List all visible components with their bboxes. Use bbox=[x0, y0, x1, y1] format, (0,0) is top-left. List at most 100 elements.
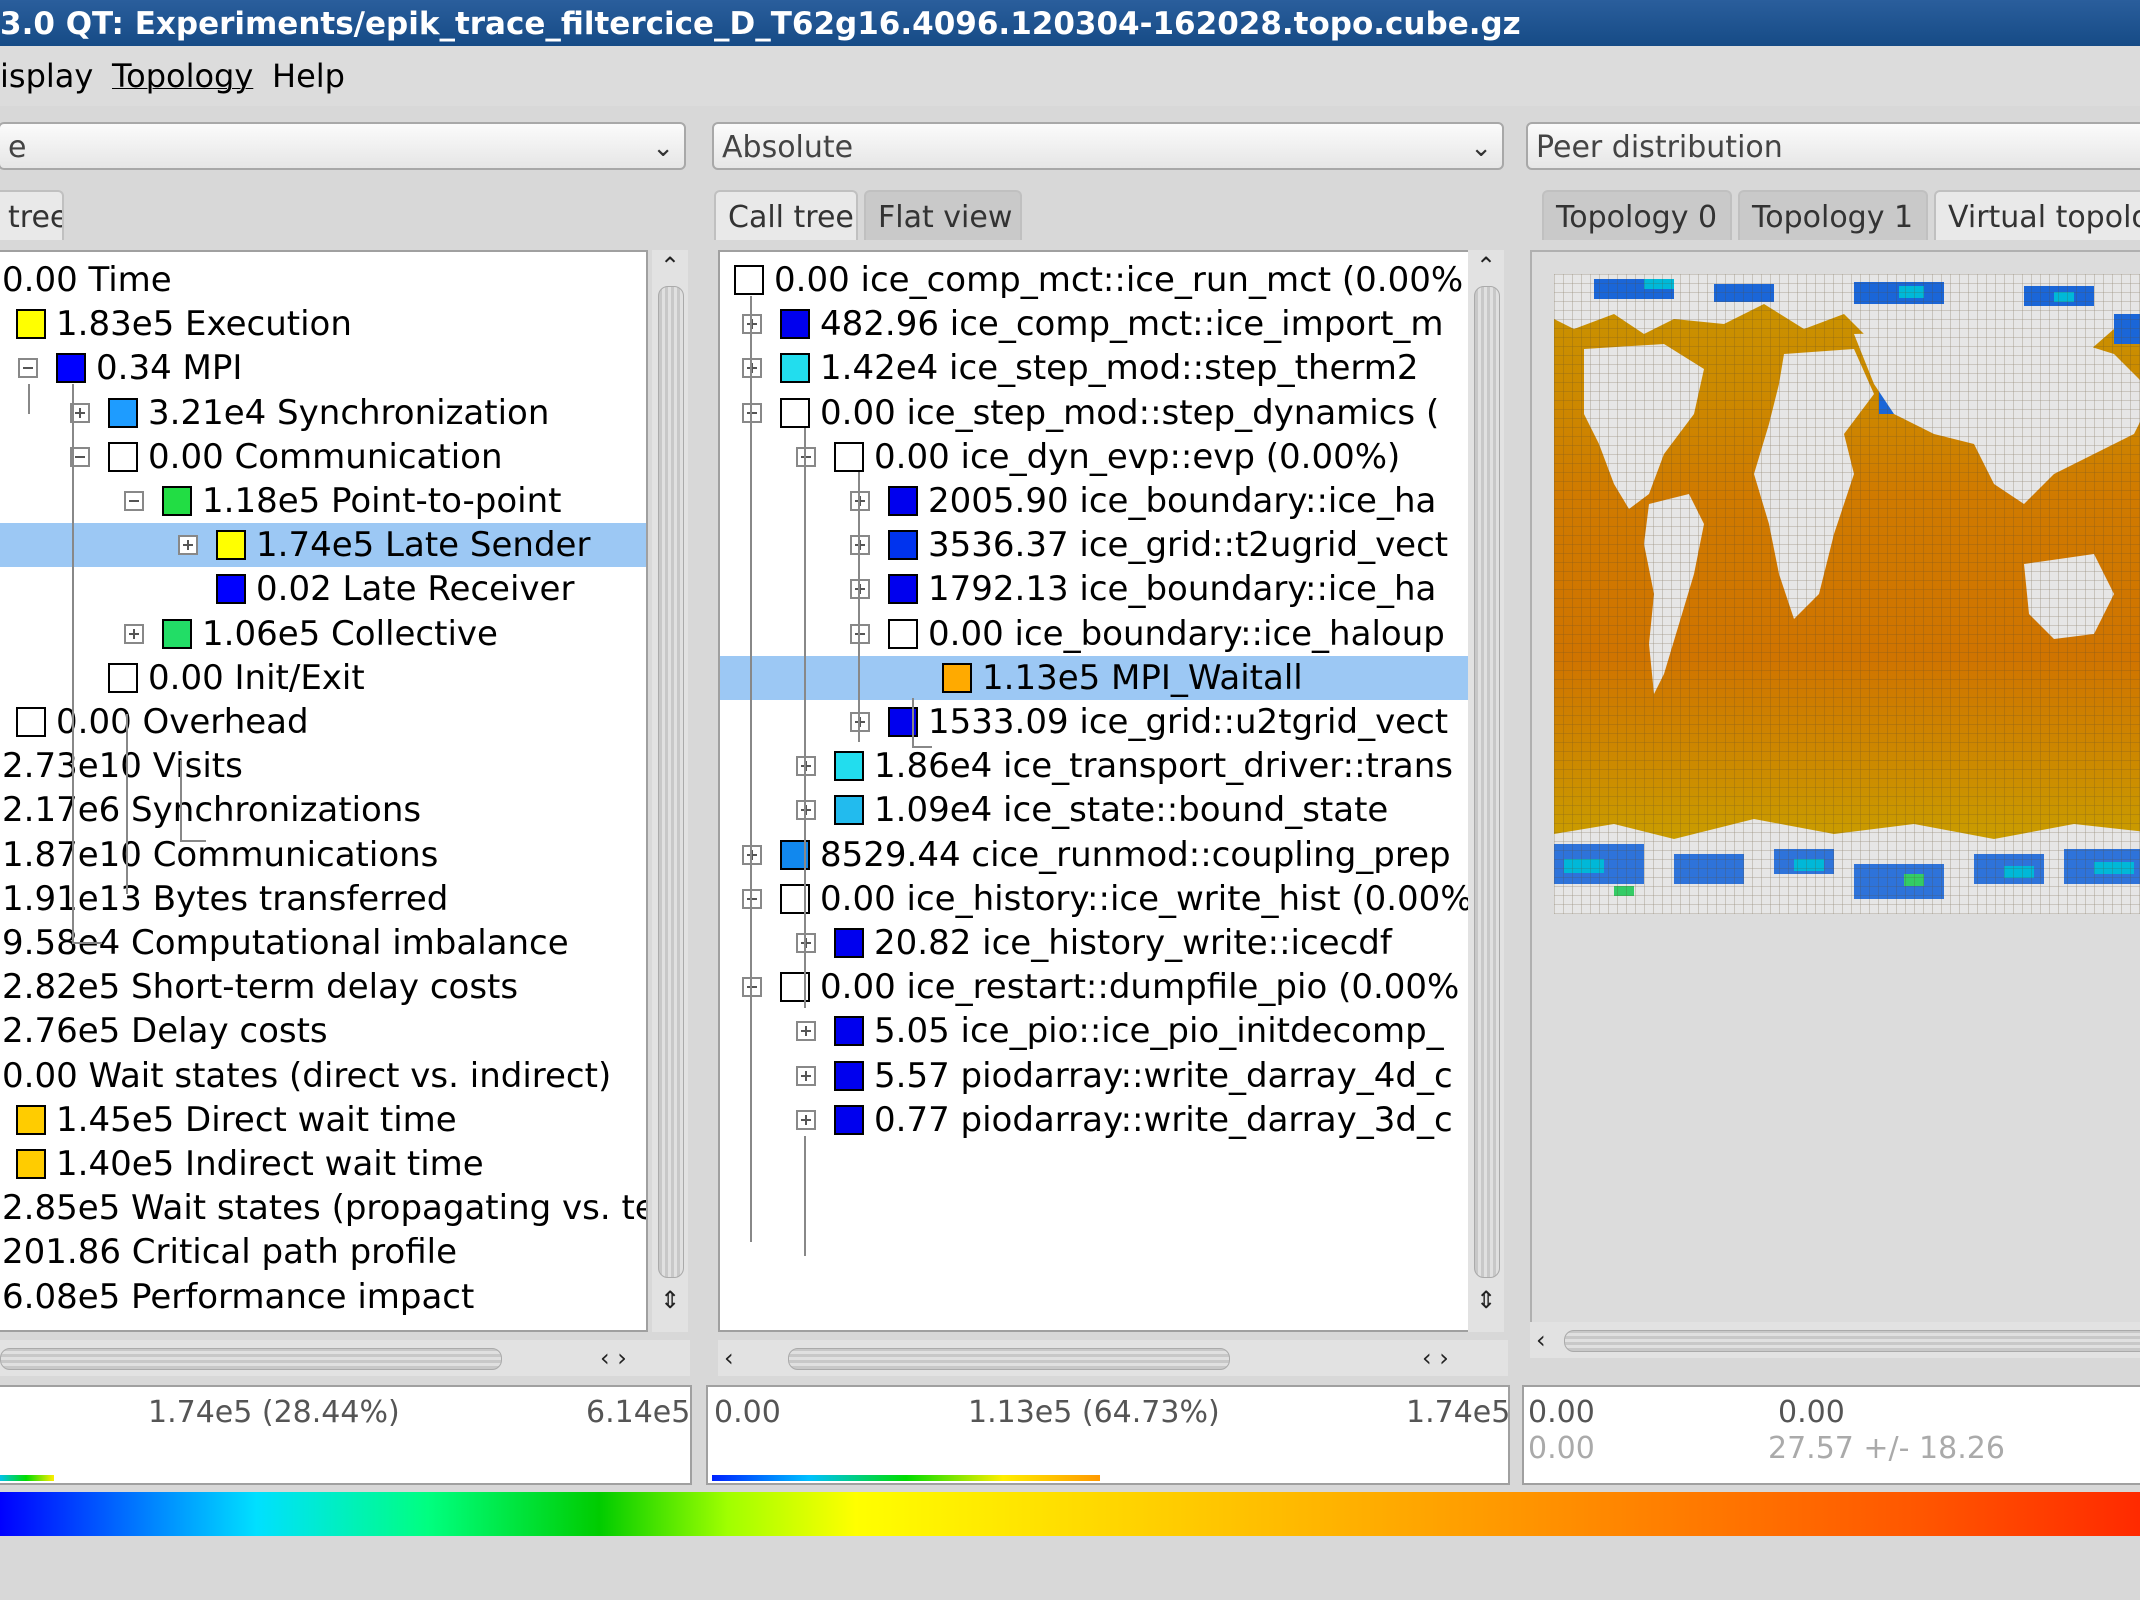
expand-icon[interactable] bbox=[796, 800, 816, 821]
tree-row[interactable]: 2.82e5 Short-term delay costs bbox=[0, 965, 646, 1009]
tree-row[interactable]: 0.34 MPI bbox=[0, 346, 646, 390]
tree-row[interactable]: 1.83e5 Execution bbox=[0, 302, 646, 346]
expand-icon[interactable] bbox=[742, 358, 762, 379]
tab-topology-1[interactable]: Topology 1 bbox=[1738, 190, 1928, 240]
tree-row[interactable]: 0.00 ice_comp_mct::ice_run_mct (0.00% bbox=[720, 258, 1472, 302]
scroll-thumb[interactable] bbox=[1474, 286, 1500, 1278]
tree-row[interactable]: 0.77 piodarray::write_darray_3d_c bbox=[720, 1098, 1472, 1142]
collapse-icon[interactable] bbox=[124, 491, 144, 511]
tree-row[interactable]: 5.57 piodarray::write_darray_4d_c bbox=[720, 1054, 1472, 1098]
topology-grid-map[interactable] bbox=[1554, 274, 2140, 934]
tree-row[interactable]: 0.00 ice_history::ice_write_hist (0.00% bbox=[720, 877, 1472, 921]
collapse-icon[interactable] bbox=[18, 358, 38, 379]
tree-row[interactable]: 0.00 ice_boundary::ice_haloup bbox=[720, 612, 1472, 656]
topology-view[interactable] bbox=[1530, 250, 2140, 1325]
tree-row[interactable]: 0.00 Init/Exit bbox=[0, 656, 646, 700]
scroll-left-icon[interactable]: ‹ bbox=[724, 1344, 734, 1372]
tree-row[interactable]: 0.00 ice_dyn_evp::evp (0.00%) bbox=[720, 435, 1472, 479]
tree-row[interactable]: 1.18e5 Point-to-point bbox=[0, 479, 646, 523]
call-tree-vscrollbar[interactable]: ⌃ ⇕ bbox=[1468, 250, 1504, 1332]
tab-virtual-topology[interactable]: Virtual topolog bbox=[1934, 190, 2140, 240]
tree-row[interactable]: 0.00 Communication bbox=[0, 435, 646, 479]
tree-row[interactable]: 3536.37 ice_grid::t2ugrid_vect bbox=[720, 523, 1472, 567]
scroll-thumb[interactable] bbox=[658, 286, 684, 1278]
tree-row[interactable]: 482.96 ice_comp_mct::ice_import_m bbox=[720, 302, 1472, 346]
expand-icon[interactable] bbox=[796, 933, 816, 953]
expand-icon[interactable] bbox=[796, 756, 816, 777]
tree-row[interactable]: 1.06e5 Collective bbox=[0, 612, 646, 656]
menu-display[interactable]: isplay bbox=[0, 46, 93, 106]
collapse-icon[interactable] bbox=[796, 446, 816, 467]
calltree-mode-combo[interactable]: Absolute ⌄ bbox=[712, 122, 1504, 170]
tab-topology-0[interactable]: Topology 0 bbox=[1542, 190, 1732, 240]
tree-row[interactable]: 20.82 ice_history_write::icecdf bbox=[720, 921, 1472, 965]
tree-row[interactable]: 0.02 Late Receiver bbox=[0, 567, 646, 611]
expand-icon[interactable] bbox=[796, 1021, 816, 1042]
system-min-value: 0.00 bbox=[1528, 1395, 1595, 1430]
expand-icon[interactable] bbox=[796, 1065, 816, 1086]
expand-icon[interactable] bbox=[850, 491, 870, 511]
scroll-left-right-icon[interactable]: ‹ › bbox=[600, 1344, 627, 1372]
tree-row[interactable]: 1.86e4 ice_transport_driver::trans bbox=[720, 744, 1472, 788]
tree-row[interactable]: 1792.13 ice_boundary::ice_ha bbox=[720, 567, 1472, 611]
scroll-thumb[interactable] bbox=[0, 1348, 502, 1370]
tree-row[interactable]: 1.13e5 MPI_Waitall bbox=[720, 655, 1472, 700]
system-mode-combo[interactable]: Peer distribution bbox=[1526, 122, 2140, 170]
expand-icon[interactable] bbox=[850, 535, 870, 556]
tab-metric-tree[interactable]: tree bbox=[0, 190, 64, 240]
scroll-left-right-icon[interactable]: ‹ › bbox=[1422, 1344, 1449, 1372]
tree-row[interactable]: 0.00 Time bbox=[0, 258, 646, 302]
expand-icon[interactable] bbox=[742, 844, 762, 865]
scroll-up-icon[interactable]: ⌃ bbox=[660, 252, 680, 280]
collapse-icon[interactable] bbox=[742, 402, 762, 423]
metric-mode-combo[interactable]: e ⌄ bbox=[0, 122, 686, 170]
collapse-icon[interactable] bbox=[742, 888, 762, 909]
scroll-left-icon[interactable]: ‹ bbox=[1536, 1326, 1546, 1354]
menu-topology[interactable]: Topology bbox=[112, 46, 253, 106]
tree-row[interactable]: 2.17e6 Synchronizations bbox=[0, 788, 646, 832]
expand-icon[interactable] bbox=[124, 623, 144, 644]
tree-row[interactable]: 1.74e5 Late Sender bbox=[0, 523, 646, 568]
tab-flat-view[interactable]: Flat view bbox=[864, 190, 1022, 240]
tree-row[interactable]: 2.76e5 Delay costs bbox=[0, 1009, 646, 1053]
tree-row[interactable]: 6.08e5 Performance impact bbox=[0, 1275, 646, 1319]
tree-row[interactable]: 1.42e4 ice_step_mod::step_therm2 bbox=[720, 346, 1472, 390]
tree-row[interactable]: 0.00 Wait states (direct vs. indirect) bbox=[0, 1054, 646, 1098]
tree-row[interactable]: 0.00 Overhead bbox=[0, 700, 646, 744]
tree-row[interactable]: 2005.90 ice_boundary::ice_ha bbox=[720, 479, 1472, 523]
metric-tree-panel[interactable]: 0.00 Time 1.83e5 Execution 0.34 MPI 3.21e4 … bbox=[0, 250, 648, 1332]
collapse-icon[interactable] bbox=[742, 977, 762, 998]
tree-row[interactable]: 5.05 ice_pio::ice_pio_initdecomp_ bbox=[720, 1009, 1472, 1053]
tree-row[interactable]: 1533.09 ice_grid::u2tgrid_vect bbox=[720, 700, 1472, 744]
expand-icon[interactable] bbox=[850, 712, 870, 732]
tree-row[interactable]: 201.86 Critical path profile bbox=[0, 1230, 646, 1274]
tree-row[interactable]: 1.87e10 Communications bbox=[0, 833, 646, 877]
tree-row[interactable]: 0.00 ice_step_mod::step_dynamics ( bbox=[720, 391, 1472, 435]
tree-row[interactable]: 1.09e4 ice_state::bound_state bbox=[720, 788, 1472, 832]
tree-row[interactable]: 1.40e5 Indirect wait time bbox=[0, 1142, 646, 1186]
collapse-icon[interactable] bbox=[850, 623, 870, 644]
tree-row[interactable]: 3.21e4 Synchronization bbox=[0, 391, 646, 435]
tree-row[interactable]: 1.91e13 Bytes transferred bbox=[0, 877, 646, 921]
metric-tree-vscrollbar[interactable]: ⌃ ⇕ bbox=[652, 250, 688, 1332]
tab-call-tree[interactable]: Call tree bbox=[714, 190, 858, 240]
scroll-up-icon[interactable]: ⌃ bbox=[1476, 252, 1496, 280]
menu-help[interactable]: Help bbox=[272, 46, 345, 106]
scroll-up-down-icon[interactable]: ⇕ bbox=[1476, 1286, 1496, 1314]
call-tree-hscrollbar[interactable]: ‹ ‹ › bbox=[718, 1340, 1508, 1376]
scroll-up-down-icon[interactable]: ⇕ bbox=[660, 1286, 680, 1314]
expand-icon[interactable] bbox=[178, 535, 198, 556]
expand-icon[interactable] bbox=[742, 314, 762, 335]
call-tree-panel[interactable]: 0.00 ice_comp_mct::ice_run_mct (0.00% 482… bbox=[718, 250, 1474, 1332]
tree-row[interactable]: 0.00 ice_restart::dumpfile_pio (0.00% bbox=[720, 965, 1472, 1009]
tree-row[interactable]: 8529.44 cice_runmod::coupling_prep bbox=[720, 833, 1472, 877]
topology-hscrollbar[interactable]: ‹ bbox=[1530, 1322, 2140, 1358]
tree-row[interactable]: 1.45e5 Direct wait time bbox=[0, 1098, 646, 1142]
metric-tree-hscrollbar[interactable]: ‹ › bbox=[0, 1340, 690, 1376]
scroll-thumb[interactable] bbox=[1564, 1330, 2140, 1352]
scroll-thumb[interactable] bbox=[788, 1348, 1230, 1370]
tree-row[interactable]: 2.85e5 Wait states (propagating vs. te bbox=[0, 1186, 646, 1230]
tree-row[interactable]: 2.73e10 Visits bbox=[0, 744, 646, 788]
expand-icon[interactable] bbox=[796, 1109, 816, 1130]
expand-icon[interactable] bbox=[850, 579, 870, 600]
